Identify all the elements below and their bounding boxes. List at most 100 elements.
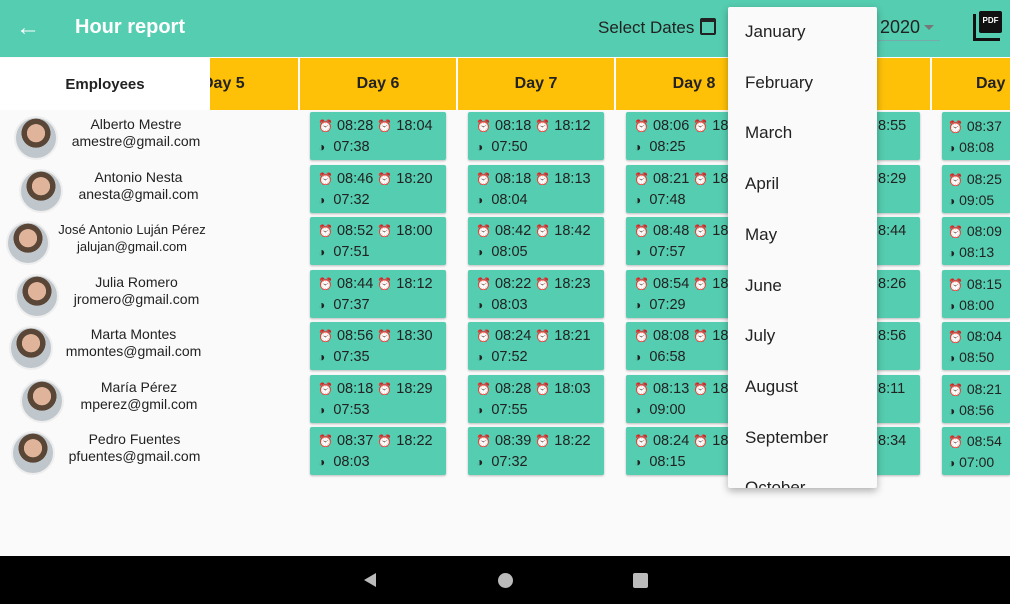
select-dates-button[interactable]: Select Dates [598,18,694,38]
employee-row[interactable]: Pedro Fuentes pfuentes@gmail.com [0,427,210,479]
total-hours: 07:51 [333,244,370,260]
time-card[interactable]: ⏰ 08:56 ⏰ 18:30 ◑ 07:35 [310,322,446,370]
check-in-time: 08:09 [966,223,1002,239]
check-out-time: 18 [712,170,729,187]
alarm-icon: ⏰ [948,225,963,239]
check-out-time: 18:00 [396,223,433,239]
month-option[interactable]: May [745,225,777,245]
employee-row[interactable]: Marta Montes mmontes@gmail.com [0,322,210,374]
pdf-label: PDF [979,11,1002,33]
month-option[interactable]: June [745,276,782,296]
check-in-time: 08:18 [494,170,532,187]
month-option[interactable]: March [745,123,792,143]
chevron-down-icon[interactable] [924,25,934,30]
time-card[interactable]: ⏰ 08:37 ◑ 08:08 [942,112,1010,160]
employee-row[interactable]: Antonio Nesta anesta@gmail.com [0,164,210,217]
alarm-icon: ⏰ [634,434,649,448]
day-header-label: Day 8 [672,75,716,92]
avatar [15,273,59,318]
timelapse-icon: ◑ [634,402,642,417]
timelapse-icon: ◑ [318,297,326,312]
alarm-icon: ⏰ [318,276,333,291]
alarm-icon: ⏰ [476,119,491,133]
alarm-icon: ⏰ [634,171,649,186]
check-in-time: 08:39 [494,433,532,449]
alarm-off-icon: ⏰ [693,119,709,133]
alarm-off-icon: ⏰ [535,171,551,186]
time-card[interactable]: ⏰ 08:04 ◑ 08:50 [942,322,1010,370]
time-card[interactable]: ⏰ 08:54 ◑ 07:00 [942,427,1010,475]
total-hours: 07:55 [491,401,528,418]
time-card[interactable]: ⏰ 08:15 ◑ 08:00 [942,269,1010,318]
check-out-time: 8:55 [878,118,907,134]
alarm-icon: ⏰ [318,434,333,448]
timelapse-icon: ◑ [318,245,326,259]
year-dropdown[interactable]: 2020 [880,17,920,38]
employee-row[interactable]: José Antonio Luján Pérez jalujan@gmail.co… [0,217,210,269]
month-option[interactable]: October [745,478,805,488]
pdf-icon[interactable]: PDF [973,11,1002,41]
month-option[interactable]: January [745,22,805,42]
time-card[interactable]: ⏰ 08:25 ◑ 09:05 [942,164,1010,213]
alarm-icon: ⏰ [948,330,963,344]
timelapse-icon: ◑ [318,455,326,469]
time-card[interactable]: ⏰ 08:46 ⏰ 18:20 ◑ 07:32 [310,164,446,213]
month-option[interactable]: August [745,377,798,397]
alarm-off-icon: ⏰ [693,224,709,238]
time-card[interactable]: ⏰ 08:39 ⏰ 18:22 ◑ 07:32 [468,427,604,475]
check-out-time: 8:44 [878,223,907,239]
employee-row[interactable]: Julia Romero jromero@gmail.com [0,269,210,322]
calendar-icon[interactable] [700,18,716,35]
check-in-time: 08:28 [336,118,374,134]
alarm-icon: ⏰ [318,119,333,133]
time-card[interactable]: ⏰ 08:42 ⏰ 18:42 ◑ 08:05 [468,217,604,265]
employee-name: Marta Montes [90,326,177,342]
alarm-icon: ⏰ [634,381,649,396]
month-option[interactable]: February [745,73,813,93]
time-card[interactable]: ⏰ 08:21 ◑ 08:56 [942,374,1010,423]
day-header-label: Day [976,75,1006,92]
check-in-time: 08:37 [336,433,374,449]
alarm-icon: ⏰ [476,171,491,186]
time-card[interactable]: ⏰ 08:24 ⏰ 18:21 ◑ 07:52 [468,322,604,370]
employee-row[interactable]: Alberto Mestre amestre@gmail.com [0,112,210,164]
employee-name: Pedro Fuentes [88,431,181,447]
month-option[interactable]: July [745,326,775,346]
time-card[interactable]: ⏰ 08:18 ⏰ 18:12 ◑ 07:50 [468,112,604,160]
check-out-time: 18:03 [554,380,591,397]
avatar [6,221,50,265]
timelapse-icon: ◑ [476,245,484,259]
alarm-icon: ⏰ [948,120,963,134]
total-hours: 08:03 [491,296,528,313]
month-option[interactable]: September [745,428,828,448]
check-out-time: 8:11 [878,380,906,397]
time-card[interactable]: ⏰ 08:52 ⏰ 18:00 ◑ 07:51 [310,217,446,265]
alarm-off-icon: ⏰ [535,119,551,133]
timelapse-icon: ◑ [634,350,642,364]
time-card[interactable]: ⏰ 08:18 ⏰ 18:13 ◑ 08:04 [468,164,604,213]
check-out-time: 18 [712,223,729,239]
time-card[interactable]: ⏰ 08:44 ⏰ 18:12 ◑ 07:37 [310,269,446,318]
alarm-icon: ⏰ [318,381,333,396]
time-card[interactable]: ⏰ 08:28 ⏰ 18:03 ◑ 07:55 [468,374,604,423]
alarm-icon: ⏰ [634,329,649,343]
timelapse-icon: ◑ [476,350,484,364]
time-card[interactable]: ⏰ 08:37 ⏰ 18:22 ◑ 08:03 [310,427,446,475]
avatar [14,116,58,160]
employee-email: amestre@gmail.com [71,133,201,149]
time-card[interactable]: ⏰ 08:18 ⏰ 18:29 ◑ 07:53 [310,374,446,423]
time-card[interactable]: ⏰ 08:22 ⏰ 18:23 ◑ 08:03 [468,269,604,318]
month-option[interactable]: April [745,174,779,194]
total-hours: 07:00 [959,454,995,470]
employee-row[interactable]: María Pérez mperez@gmil.com [0,374,210,427]
back-nav-icon[interactable] [364,573,376,587]
check-in-time: 08:21 [966,380,1002,397]
alarm-off-icon: ⏰ [377,276,393,291]
back-arrow-icon[interactable]: ← [16,14,40,42]
home-nav-icon[interactable] [498,573,513,588]
timelapse-icon: ◑ [948,141,956,155]
recents-nav-icon[interactable] [633,573,648,588]
avatar [11,431,55,475]
time-card[interactable]: ⏰ 08:28 ⏰ 18:04 ◑ 07:38 [310,112,446,160]
time-card[interactable]: ⏰ 08:09 ◑ 08:13 [942,217,1010,265]
